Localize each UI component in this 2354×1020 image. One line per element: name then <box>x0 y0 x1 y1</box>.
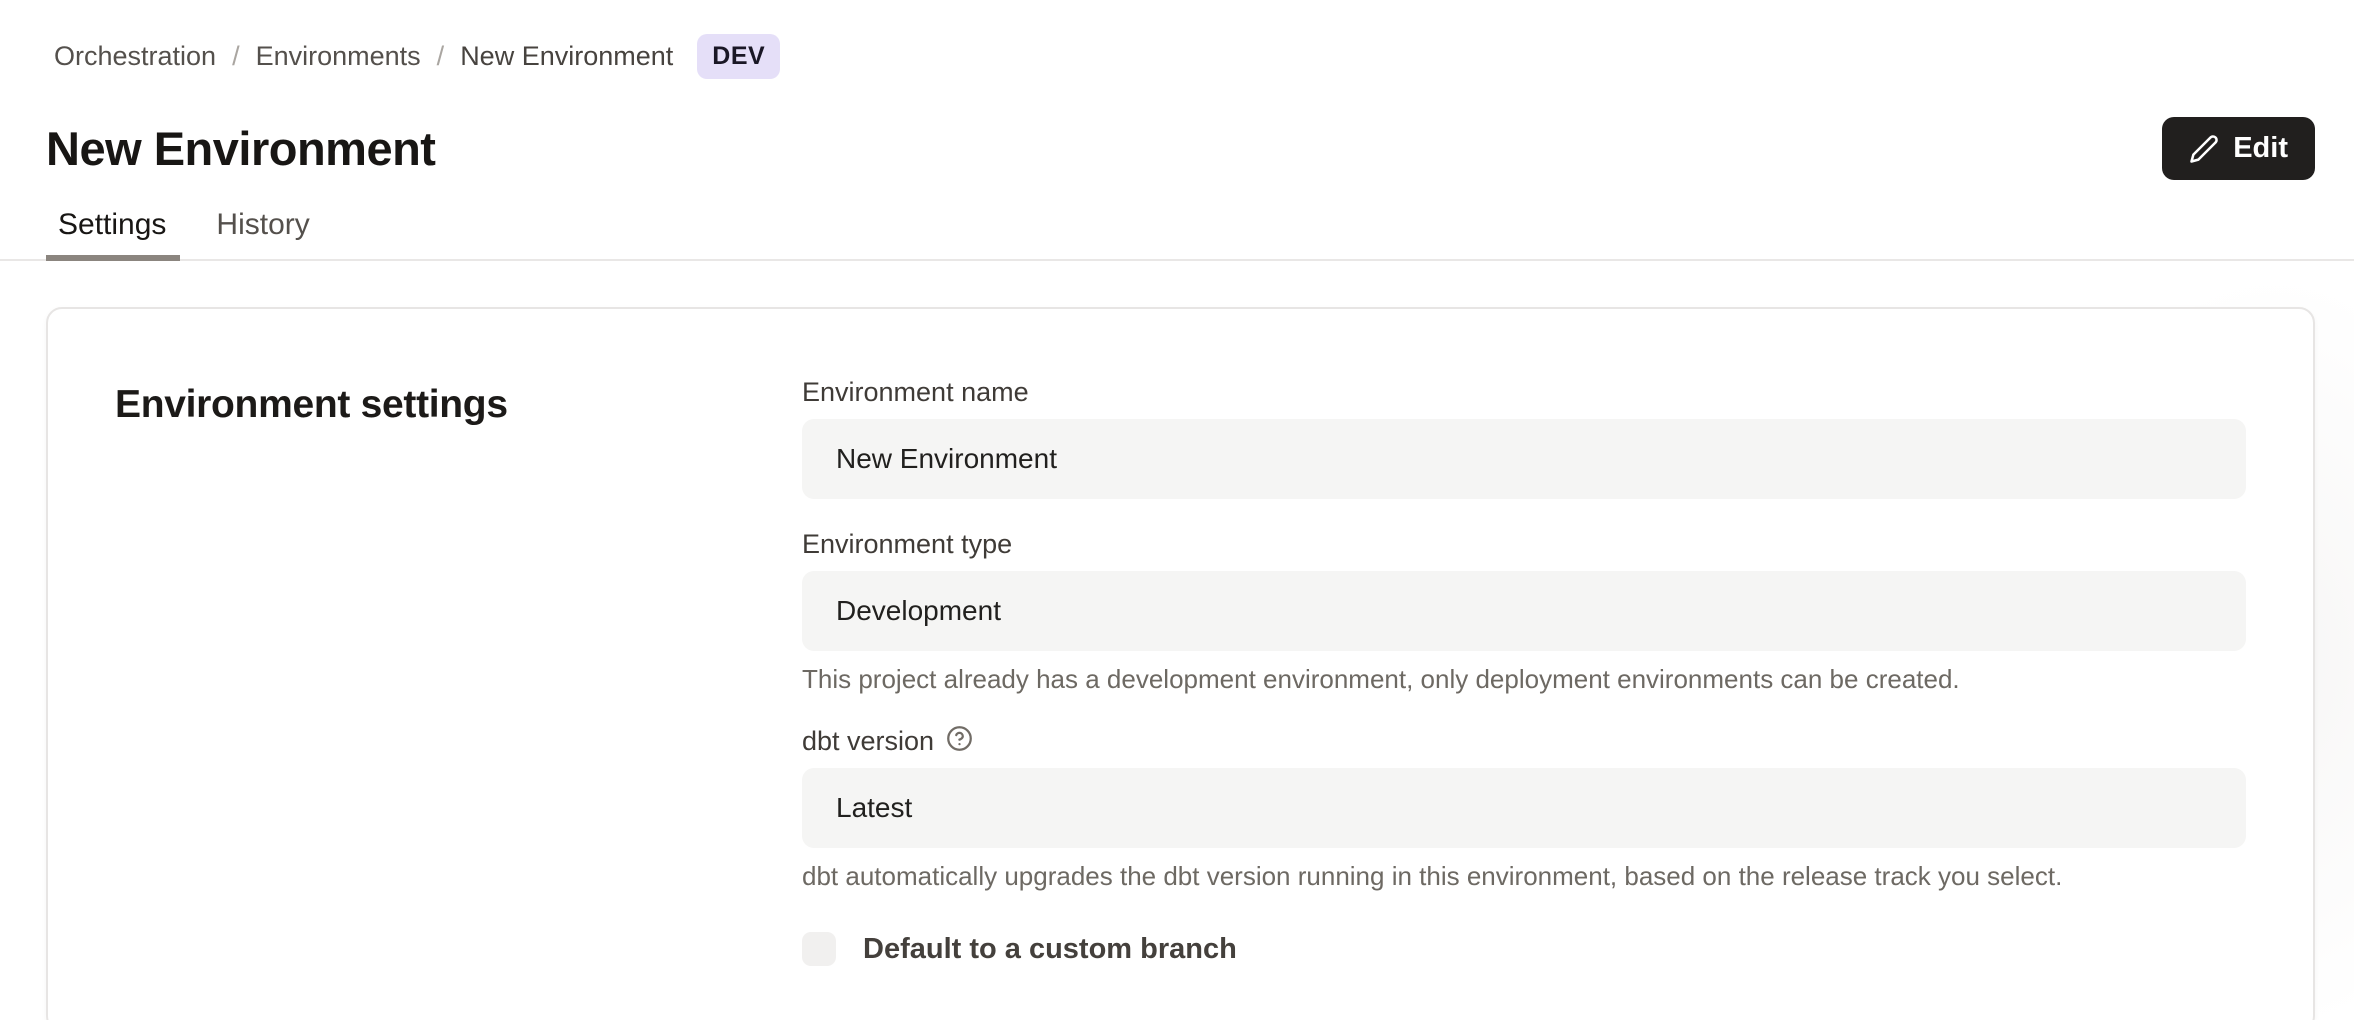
environment-name-field: Environment name New Environment <box>802 377 2246 499</box>
environment-settings-card: Environment settings Environment name Ne… <box>46 307 2315 1020</box>
edit-button-label: Edit <box>2233 132 2288 165</box>
tab-history-label: History <box>216 208 309 241</box>
pencil-icon <box>2189 134 2219 164</box>
dbt-version-label: dbt version <box>802 726 934 757</box>
page-title: New Environment <box>46 121 435 176</box>
dbt-version-field: dbt version Latest dbt automatically upg… <box>802 725 2246 892</box>
environment-type-label: Environment type <box>802 529 1012 560</box>
breadcrumb-separator: / <box>232 41 240 72</box>
breadcrumb: Orchestration / Environments / New Envir… <box>54 34 2354 79</box>
breadcrumb-orchestration[interactable]: Orchestration <box>54 41 216 72</box>
help-circle-icon[interactable] <box>946 725 973 757</box>
breadcrumb-current-page: New Environment <box>460 41 673 72</box>
card-heading: Environment settings <box>115 383 802 427</box>
dev-environment-badge: DEV <box>697 34 780 79</box>
environment-type-field: Environment type Development This projec… <box>802 529 2246 695</box>
dbt-version-input[interactable]: Latest <box>802 768 2246 848</box>
environment-type-helper-text: This project already has a development e… <box>802 664 2246 695</box>
card-heading-column: Environment settings <box>48 377 802 966</box>
tab-settings-label: Settings <box>58 208 166 241</box>
custom-branch-checkbox[interactable] <box>802 932 836 966</box>
environment-settings-form: Environment name New Environment Environ… <box>802 377 2246 966</box>
custom-branch-row: Default to a custom branch <box>802 932 2246 966</box>
breadcrumb-separator: / <box>437 41 445 72</box>
tab-settings[interactable]: Settings <box>46 208 180 259</box>
tab-history[interactable]: History <box>204 208 323 259</box>
edit-button[interactable]: Edit <box>2162 117 2315 180</box>
environment-name-input[interactable]: New Environment <box>802 419 2246 499</box>
dbt-version-helper-text: dbt automatically upgrades the dbt versi… <box>802 861 2246 892</box>
environment-type-input[interactable]: Development <box>802 571 2246 651</box>
tab-bar: Settings History <box>0 208 2354 261</box>
environment-name-label: Environment name <box>802 377 1029 408</box>
breadcrumb-environments[interactable]: Environments <box>256 41 421 72</box>
page-header: New Environment Edit <box>46 117 2315 180</box>
custom-branch-label: Default to a custom branch <box>863 933 1237 966</box>
